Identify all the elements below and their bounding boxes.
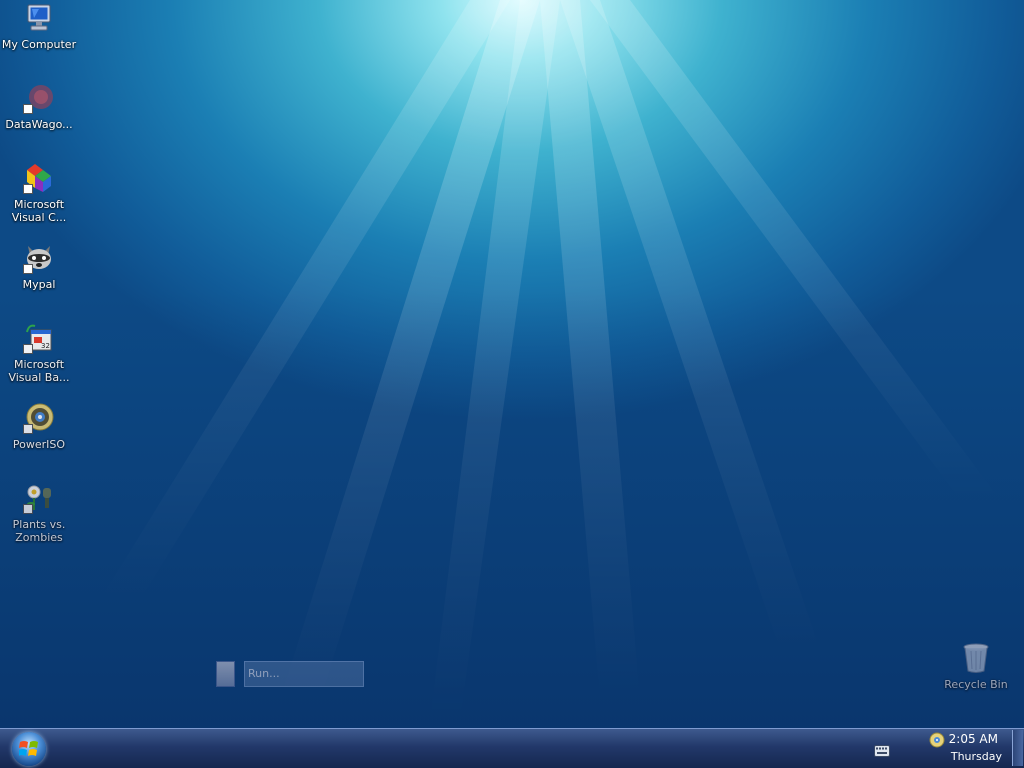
desktop-icon-visual-c[interactable]: Microsoft Visual C...: [0, 162, 78, 224]
desktop-icon-visual-basic[interactable]: 32 Microsoft Visual Ba...: [0, 322, 78, 384]
datawagon-icon: [23, 82, 55, 114]
show-desktop-button[interactable]: [1012, 730, 1023, 766]
shortcut-arrow-icon: [23, 344, 33, 354]
svg-text:32: 32: [41, 342, 50, 350]
desktop[interactable]: My Computer DataWago... Microsoft Visual…: [0, 0, 1024, 728]
desktop-icon-mypal[interactable]: Mypal: [0, 242, 78, 291]
run-box[interactable]: Run...: [216, 661, 364, 687]
desktop-icon-label: Mypal: [22, 278, 56, 291]
start-button[interactable]: [12, 732, 46, 766]
desktop-icon-label: PowerISO: [12, 438, 66, 451]
clock-day: Thursday: [950, 750, 1002, 763]
desktop-icon-poweriso[interactable]: PowerISO: [0, 402, 78, 451]
windows-logo-icon: [19, 741, 38, 756]
desktop-icon-datawagon[interactable]: DataWago...: [0, 82, 78, 131]
keyboard-icon[interactable]: [874, 742, 890, 761]
shortcut-arrow-icon: [23, 264, 33, 274]
disc-icon: [23, 402, 55, 434]
raccoon-icon: [23, 242, 55, 274]
taskbar: [0, 728, 1024, 768]
desktop-icon-my-computer[interactable]: My Computer: [0, 2, 78, 51]
visual-c-icon: [23, 162, 55, 194]
visual-basic-icon: 32: [23, 322, 55, 354]
shortcut-arrow-icon: [23, 504, 33, 514]
clock-time: 2:05 AM: [948, 732, 998, 746]
shortcut-arrow-icon: [23, 104, 33, 114]
desktop-icon-label: DataWago...: [5, 118, 73, 131]
clock[interactable]: 2:05 AM Thursday: [940, 728, 1010, 768]
desktop-icon-recycle-bin[interactable]: Recycle Bin: [937, 642, 1015, 691]
desktop-icon-plants-vs-zombies[interactable]: Plants vs. Zombies: [0, 482, 78, 544]
recycle-bin-icon: [960, 642, 992, 674]
plant-icon: [23, 482, 55, 514]
computer-icon: [23, 2, 55, 34]
desktop-icon-label: Microsoft Visual C...: [11, 198, 67, 224]
run-input[interactable]: Run...: [244, 661, 364, 687]
desktop-icon-label: Recycle Bin: [944, 678, 1008, 691]
desktop-icon-label: Plants vs. Zombies: [12, 518, 66, 544]
run-box-handle[interactable]: [216, 661, 235, 687]
wallpaper-light-rays: [100, 0, 1000, 720]
desktop-icon-label: My Computer: [1, 38, 77, 51]
shortcut-arrow-icon: [23, 184, 33, 194]
desktop-icon-label: Microsoft Visual Ba...: [8, 358, 70, 384]
shortcut-arrow-icon: [23, 424, 33, 434]
